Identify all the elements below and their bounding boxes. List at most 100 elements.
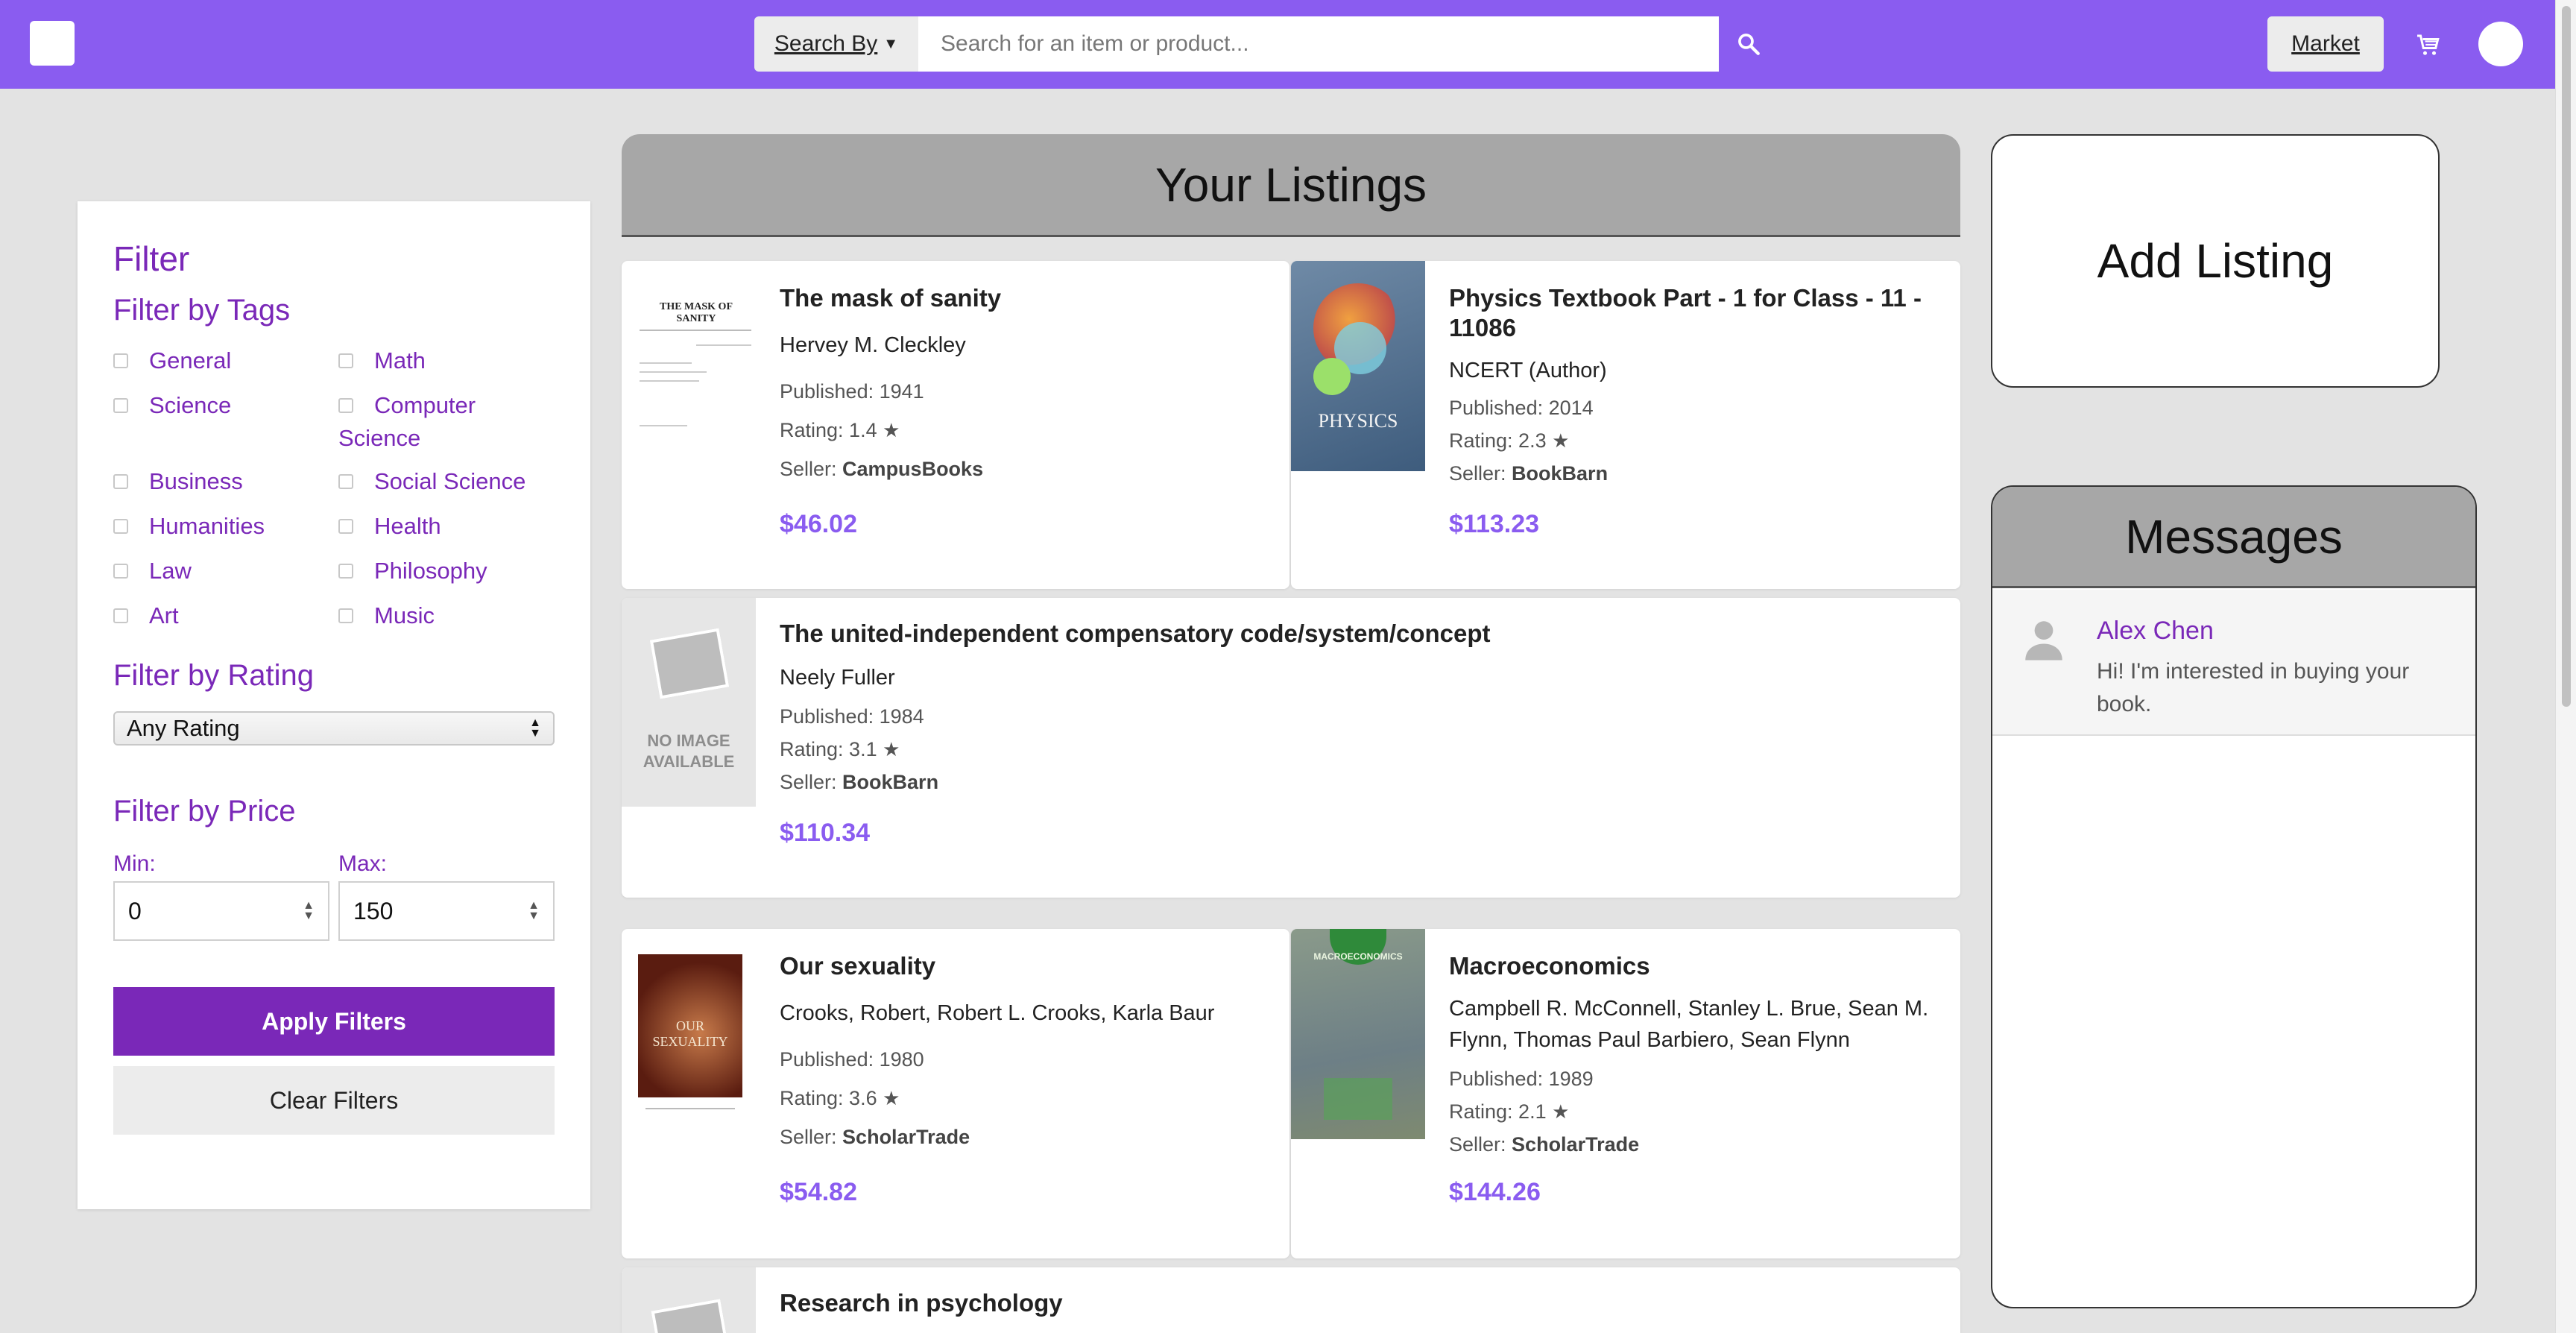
checkbox[interactable] <box>113 353 128 368</box>
no-image-icon <box>649 628 730 699</box>
listing-card[interactable]: THE MASK OF SANITY The mask of sanity He… <box>622 261 1289 589</box>
checkbox[interactable] <box>113 473 128 489</box>
rating-text: Rating: 1.4 <box>780 419 877 441</box>
market-button[interactable]: Market <box>2267 16 2384 72</box>
tag-checkbox-math[interactable]: Math <box>338 344 426 377</box>
checkbox[interactable] <box>338 518 353 534</box>
scrollbar-thumb[interactable] <box>2562 6 2571 707</box>
page-scrollbar[interactable] <box>2555 0 2576 1333</box>
cover-text: PHYSICS <box>1318 410 1398 432</box>
search-icon <box>1738 34 1760 55</box>
seller-prefix: Seller: <box>1449 462 1506 485</box>
tag-checkbox-art[interactable]: Art <box>113 599 179 632</box>
listing-title[interactable]: Physics Textbook Part - 1 for Class - 11… <box>1449 283 1941 343</box>
listing-published: Published: 1989 <box>1449 1068 1594 1090</box>
cart-button[interactable] <box>2412 28 2445 61</box>
checkbox[interactable] <box>338 563 353 579</box>
listing-card[interactable]: OUR SEXUALITY Our sexuality Crooks, Robe… <box>622 929 1289 1258</box>
checkbox[interactable] <box>113 518 128 534</box>
listing-price: $54.82 <box>780 1178 857 1206</box>
listing-card[interactable]: NO IMAGE AVAILABLE The united-independen… <box>622 598 1960 898</box>
listing-rating: Rating: 3.1 ★ <box>780 738 900 761</box>
clear-filters-button[interactable]: Clear Filters <box>113 1066 555 1135</box>
tag-checkbox-music[interactable]: Music <box>338 599 435 632</box>
listing-seller: Seller: ScholarTrade <box>780 1126 970 1149</box>
tag-checkbox-humanities[interactable]: Humanities <box>113 510 265 543</box>
filter-price-title: Filter by Price <box>113 795 296 828</box>
profile-avatar[interactable] <box>2478 22 2523 66</box>
rating-text: Rating: 2.3 <box>1449 429 1547 452</box>
min-price-field[interactable]: 0 ▲ ▼ <box>113 881 329 941</box>
tag-label: Business <box>149 468 243 494</box>
cover-text: NO IMAGE AVAILABLE <box>643 731 735 771</box>
book-cover-image: MACROECONOMICS <box>1291 929 1425 1139</box>
listing-rating: Rating: 1.4 ★ <box>780 419 900 442</box>
top-navigation-bar: Search By ▼ Market <box>0 0 2555 89</box>
tag-checkbox-health[interactable]: Health <box>338 510 441 543</box>
search-input[interactable] <box>918 16 1719 72</box>
listing-card[interactable]: PHYSICS Physics Textbook Part - 1 for Cl… <box>1291 261 1960 589</box>
listing-title[interactable]: The mask of sanity <box>780 283 1001 313</box>
search-by-dropdown[interactable]: Search By ▼ <box>754 16 918 72</box>
cart-icon <box>2417 34 2440 55</box>
tag-checkbox-computer-science[interactable]: Computer Science <box>338 389 532 455</box>
max-price-label: Max: <box>338 851 388 876</box>
listing-title[interactable]: The united-independent compensatory code… <box>780 619 1491 649</box>
tag-label: Computer Science <box>338 392 476 451</box>
rating-text: Rating: 2.1 <box>1449 1100 1547 1123</box>
seller-name: CampusBooks <box>842 458 984 480</box>
rating-text: Rating: 3.1 <box>780 738 877 760</box>
listing-title[interactable]: Our sexuality <box>780 951 935 981</box>
checkbox[interactable] <box>338 473 353 489</box>
rating-select[interactable]: Any Rating ▲ ▼ <box>113 711 555 746</box>
tag-checkbox-philosophy[interactable]: Philosophy <box>338 555 487 587</box>
listing-author: Campbell R. McConnell, Stanley L. Brue, … <box>1449 997 1929 1052</box>
tag-label: Social Science <box>374 468 526 494</box>
seller-name: BookBarn <box>1512 462 1609 485</box>
listing-title[interactable]: Research in psychology <box>780 1288 1063 1318</box>
message-sender: Alex Chen <box>2097 617 2214 645</box>
listing-card[interactable]: Research in psychology <box>622 1267 1960 1333</box>
listing-title[interactable]: Macroeconomics <box>1449 951 1650 981</box>
checkbox[interactable] <box>113 563 128 579</box>
rating-text: Rating: 3.6 <box>780 1087 877 1109</box>
listing-seller: Seller: ScholarTrade <box>1449 1133 1639 1156</box>
search-button[interactable] <box>1719 16 1778 72</box>
tag-checkbox-business[interactable]: Business <box>113 465 243 498</box>
add-listing-button[interactable]: Add Listing <box>1991 134 2440 388</box>
listing-price: $46.02 <box>780 510 857 538</box>
search-by-label: Search By <box>774 31 878 56</box>
listing-card[interactable]: MACROECONOMICS Macroeconomics Campbell R… <box>1291 929 1960 1258</box>
listing-published: Published: 2014 <box>1449 397 1594 419</box>
cover-text: THE MASK OF SANITY <box>659 301 733 324</box>
book-cover-image: PHYSICS <box>1291 261 1425 471</box>
tag-checkbox-law[interactable]: Law <box>113 555 192 587</box>
user-avatar-icon <box>2019 615 2068 664</box>
listings-title: Your Listings <box>622 134 1960 237</box>
message-item[interactable]: Alex Chen Hi! I'm interested in buying y… <box>1992 590 2475 736</box>
stepper-icon[interactable]: ▲ ▼ <box>303 900 315 922</box>
book-cover-image <box>622 1267 756 1333</box>
checkbox[interactable] <box>338 608 353 623</box>
tag-label: Health <box>374 513 441 539</box>
min-price-value: 0 <box>128 897 142 924</box>
logo[interactable] <box>30 21 75 66</box>
checkbox[interactable] <box>113 397 128 413</box>
listing-price: $110.34 <box>780 819 871 847</box>
checkbox[interactable] <box>338 397 353 413</box>
seller-prefix: Seller: <box>780 458 837 480</box>
min-price-label: Min: <box>113 851 156 876</box>
max-price-field[interactable]: 150 ▲ ▼ <box>338 881 555 941</box>
seller-name: BookBarn <box>842 771 939 793</box>
apply-filters-button[interactable]: Apply Filters <box>113 987 555 1056</box>
stepper-icon[interactable]: ▲ ▼ <box>528 900 540 922</box>
messages-title: Messages <box>1992 487 2475 588</box>
checkbox[interactable] <box>338 353 353 368</box>
messages-panel: Messages Alex Chen Hi! I'm interested in… <box>1991 485 2477 1308</box>
listing-published: Published: 1980 <box>780 1048 924 1071</box>
tag-checkbox-science[interactable]: Science <box>113 389 231 422</box>
tag-checkbox-social-science[interactable]: Social Science <box>338 465 525 498</box>
checkbox[interactable] <box>113 608 128 623</box>
seller-prefix: Seller: <box>780 771 837 793</box>
tag-checkbox-general[interactable]: General <box>113 344 231 377</box>
